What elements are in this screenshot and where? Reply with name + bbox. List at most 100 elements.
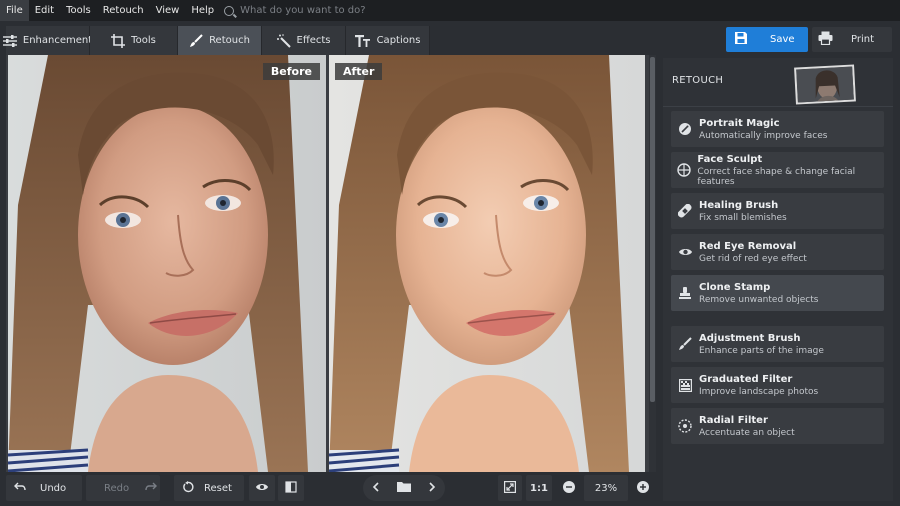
tab-enhancement[interactable]: Enhancement	[2, 26, 93, 55]
brush-icon	[671, 337, 699, 351]
tool-graduated-filter[interactable]: Graduated Filter Improve landscape photos	[671, 367, 884, 403]
undo-icon	[14, 482, 26, 495]
tool-subtitle: Improve landscape photos	[699, 386, 819, 397]
tool-portrait-magic[interactable]: Portrait Magic Automatically improve face…	[671, 111, 884, 147]
panel-header-image	[794, 64, 856, 105]
bottom-bar: Undo Redo Reset 1:1 23%	[6, 475, 656, 503]
tool-subtitle: Fix small blemishes	[699, 212, 787, 223]
image-navigation	[363, 475, 445, 501]
redo-label: Redo	[104, 482, 130, 494]
menu-help[interactable]: Help	[185, 0, 220, 21]
after-photo: After	[329, 55, 645, 472]
print-button[interactable]: Print	[812, 27, 892, 52]
tool-title: Face Sculpt	[697, 153, 763, 165]
tab-bar: Enhancement Tools Retouch Effects Captio…	[2, 26, 430, 55]
toolbar: Enhancement Tools Retouch Effects Captio…	[0, 24, 900, 55]
panel-divider	[663, 106, 893, 107]
tool-clone-stamp[interactable]: Clone Stamp Remove unwanted objects	[671, 275, 884, 311]
reset-button[interactable]: Reset	[174, 475, 244, 501]
tool-subtitle: Accentuate an object	[699, 427, 795, 438]
actual-size-button[interactable]: 1:1	[526, 475, 552, 501]
tab-label: Enhancement	[22, 35, 93, 46]
print-label: Print	[851, 34, 875, 45]
search-input[interactable]: What do you want to do?	[240, 5, 365, 16]
tool-subtitle: Automatically improve faces	[699, 130, 828, 141]
tool-subtitle: Remove unwanted objects	[699, 294, 819, 305]
plus-circle-icon	[637, 480, 649, 496]
fit-to-screen-button[interactable]	[498, 475, 522, 501]
tool-title: Red Eye Removal	[699, 240, 797, 252]
redo-icon	[145, 482, 158, 495]
tool-adjustment-brush[interactable]: Adjustment Brush Enhance parts of the ima…	[671, 326, 884, 362]
radial-icon	[671, 419, 699, 433]
panel-title: RETOUCH	[672, 75, 724, 86]
tool-subtitle: Correct face shape & change facial featu…	[697, 166, 856, 187]
text-icon	[354, 34, 371, 47]
brush-icon	[189, 33, 203, 48]
after-label: After	[335, 63, 383, 80]
tool-radial-filter[interactable]: Radial Filter Accentuate an object	[671, 408, 884, 444]
folder-icon[interactable]	[396, 481, 411, 495]
scrollbar-thumb[interactable]	[650, 57, 655, 402]
tab-label: Tools	[131, 35, 156, 46]
zoom-in-button[interactable]	[634, 475, 652, 501]
tab-effects[interactable]: Effects	[262, 26, 346, 55]
gradient-icon	[671, 378, 699, 392]
compare-button[interactable]	[278, 475, 304, 501]
eye-icon	[671, 247, 699, 257]
tab-retouch[interactable]: Retouch	[178, 26, 262, 55]
vertical-scrollbar[interactable]	[649, 55, 656, 472]
tool-title: Graduated Filter	[699, 373, 793, 385]
tool-title: Adjustment Brush	[699, 332, 801, 344]
crop-icon	[111, 33, 126, 48]
tool-subtitle: Get rid of red eye effect	[699, 253, 807, 264]
tool-red-eye-removal[interactable]: Red Eye Removal Get rid of red eye effect	[671, 234, 884, 270]
tab-label: Retouch	[209, 35, 250, 46]
sliders-icon	[2, 34, 17, 47]
tool-title: Healing Brush	[699, 199, 779, 211]
search-icon	[224, 5, 235, 16]
menu-file[interactable]: File	[0, 0, 29, 21]
retouch-panel: RETOUCH Portrait Magic Automatically impr…	[663, 58, 893, 501]
fit-screen-icon	[504, 480, 517, 496]
save-button[interactable]: Save	[726, 27, 808, 52]
face-sculpt-icon	[671, 163, 697, 177]
save-icon	[734, 31, 748, 48]
preview-toggle-button[interactable]	[249, 475, 275, 501]
image-canvas[interactable]: Before After	[6, 55, 656, 472]
undo-button[interactable]: Undo	[6, 475, 82, 501]
tool-title: Radial Filter	[699, 414, 768, 426]
tool-title: Clone Stamp	[699, 281, 771, 293]
tool-title: Portrait Magic	[699, 117, 780, 129]
tab-label: Captions	[376, 35, 421, 46]
menu-retouch[interactable]: Retouch	[97, 0, 150, 21]
save-label: Save	[770, 34, 795, 45]
tool-healing-brush[interactable]: Healing Brush Fix small blemishes	[671, 193, 884, 229]
menubar: File Edit Tools Retouch View Help What d…	[0, 0, 900, 21]
bandage-icon	[671, 204, 699, 218]
before-label: Before	[262, 63, 320, 80]
menu-view[interactable]: View	[150, 0, 186, 21]
search-box[interactable]: What do you want to do?	[224, 5, 366, 16]
chevron-right-icon[interactable]	[428, 481, 436, 495]
undo-label: Undo	[40, 482, 67, 494]
printer-icon	[818, 31, 833, 48]
reset-label: Reset	[204, 482, 232, 494]
tab-captions[interactable]: Captions	[346, 26, 430, 55]
eye-icon	[255, 482, 269, 495]
compare-icon	[285, 480, 297, 496]
reset-icon	[182, 480, 194, 496]
tab-label: Effects	[296, 35, 331, 46]
zoom-out-button[interactable]	[560, 475, 578, 501]
before-photo: Before	[8, 55, 326, 472]
tool-face-sculpt[interactable]: Face Sculpt Correct face shape & change f…	[671, 152, 884, 188]
redo-button[interactable]: Redo	[86, 475, 160, 501]
menu-tools[interactable]: Tools	[60, 0, 97, 21]
menu-edit[interactable]: Edit	[29, 0, 60, 21]
chevron-left-icon[interactable]	[372, 481, 380, 495]
minus-circle-icon	[563, 480, 575, 496]
magic-wand-icon	[276, 33, 291, 48]
tool-subtitle: Enhance parts of the image	[699, 345, 824, 356]
zoom-level-field[interactable]: 23%	[584, 475, 628, 501]
tab-tools[interactable]: Tools	[90, 26, 178, 55]
